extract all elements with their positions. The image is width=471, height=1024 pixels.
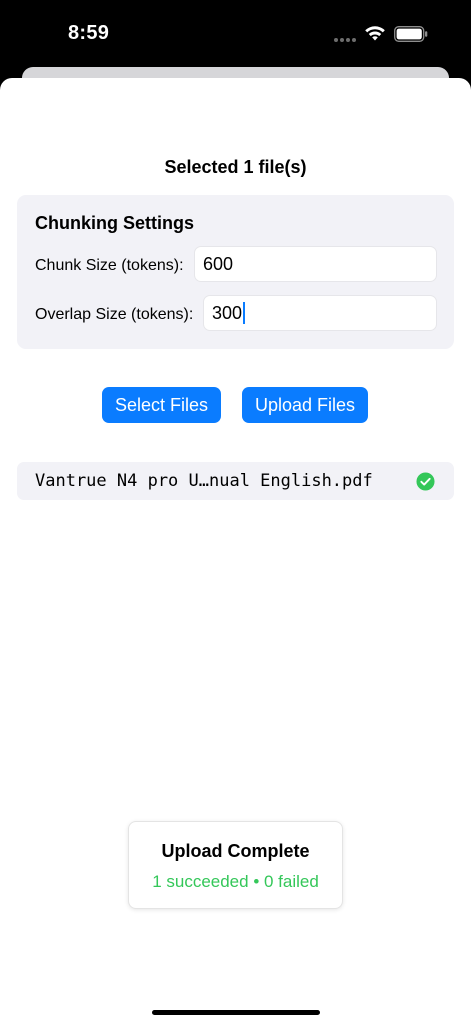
file-name: Vantrue N4 pro U…nual English.pdf: [35, 471, 373, 491]
chunk-size-label: Chunk Size (tokens):: [35, 257, 184, 274]
cellular-signal-icon: [334, 38, 358, 42]
chunking-settings-title: Chunking Settings: [35, 213, 194, 233]
select-files-button[interactable]: Select Files: [102, 387, 221, 423]
chunk-size-value: 600: [203, 254, 234, 274]
toast-summary: 1 succeeded • 0 failed: [152, 872, 319, 891]
toast-title: Upload Complete: [161, 841, 310, 861]
wifi-icon: [365, 26, 385, 41]
overlap-size-input[interactable]: 300: [203, 295, 437, 331]
battery-icon: [394, 26, 428, 42]
upload-files-button[interactable]: Upload Files: [242, 387, 368, 423]
chunk-size-input[interactable]: 600: [194, 246, 437, 282]
file-list-item: Vantrue N4 pro U…nual English.pdf: [17, 462, 454, 500]
home-indicator[interactable]: [152, 1010, 320, 1015]
selected-files-count: Selected 1 file(s): [164, 157, 307, 177]
upload-complete-toast: Upload Complete 1 succeeded • 0 failed: [128, 821, 343, 909]
overlap-size-value: 300: [212, 303, 243, 323]
check-circle-icon: [416, 472, 435, 491]
overlap-size-label: Overlap Size (tokens):: [35, 306, 194, 323]
chunking-settings-card: Chunking Settings Chunk Size (tokens): 6…: [17, 195, 454, 349]
status-time: 8:59: [68, 22, 110, 44]
text-cursor: [243, 301, 246, 324]
screen: 8:59 Selected 1 file(s) Chunking Setting…: [0, 0, 471, 1024]
